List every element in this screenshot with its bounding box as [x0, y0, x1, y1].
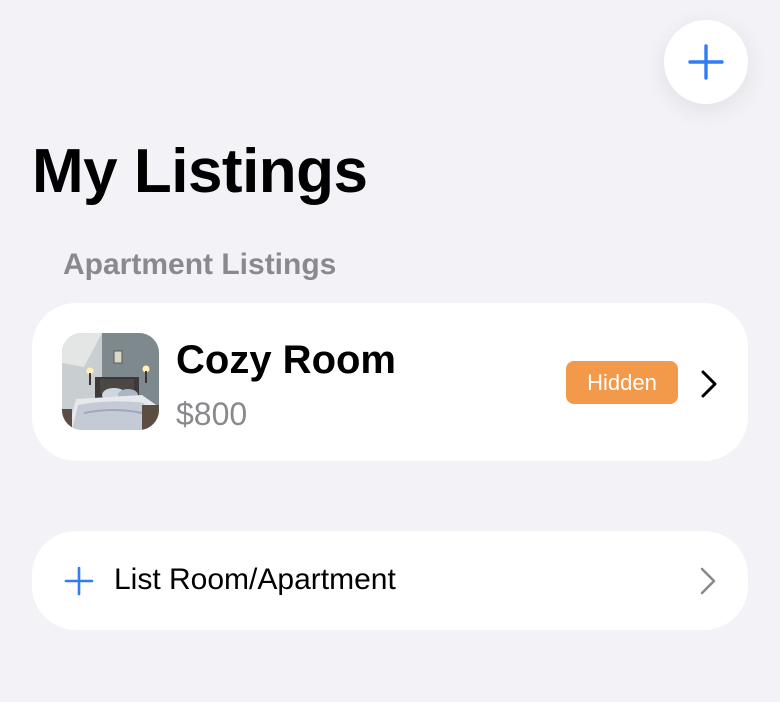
- chevron-right-icon: [700, 567, 716, 595]
- listing-card-cozy-room[interactable]: Cozy Room $800 Hidden: [32, 303, 748, 461]
- plus-icon: [64, 566, 94, 596]
- add-listing-button[interactable]: [664, 20, 748, 104]
- list-room-apartment-label: List Room/Apartment: [114, 563, 396, 596]
- page-title: My Listings: [32, 137, 368, 206]
- listing-thumbnail: [62, 333, 159, 430]
- section-header-apartment-listings: Apartment Listings: [63, 248, 337, 281]
- plus-icon: [688, 44, 724, 80]
- list-room-apartment-button[interactable]: List Room/Apartment: [32, 531, 748, 630]
- listing-title: Cozy Room: [176, 338, 396, 382]
- chevron-right-icon: [701, 370, 717, 398]
- listing-price: $800: [176, 396, 248, 432]
- status-badge: Hidden: [566, 361, 678, 404]
